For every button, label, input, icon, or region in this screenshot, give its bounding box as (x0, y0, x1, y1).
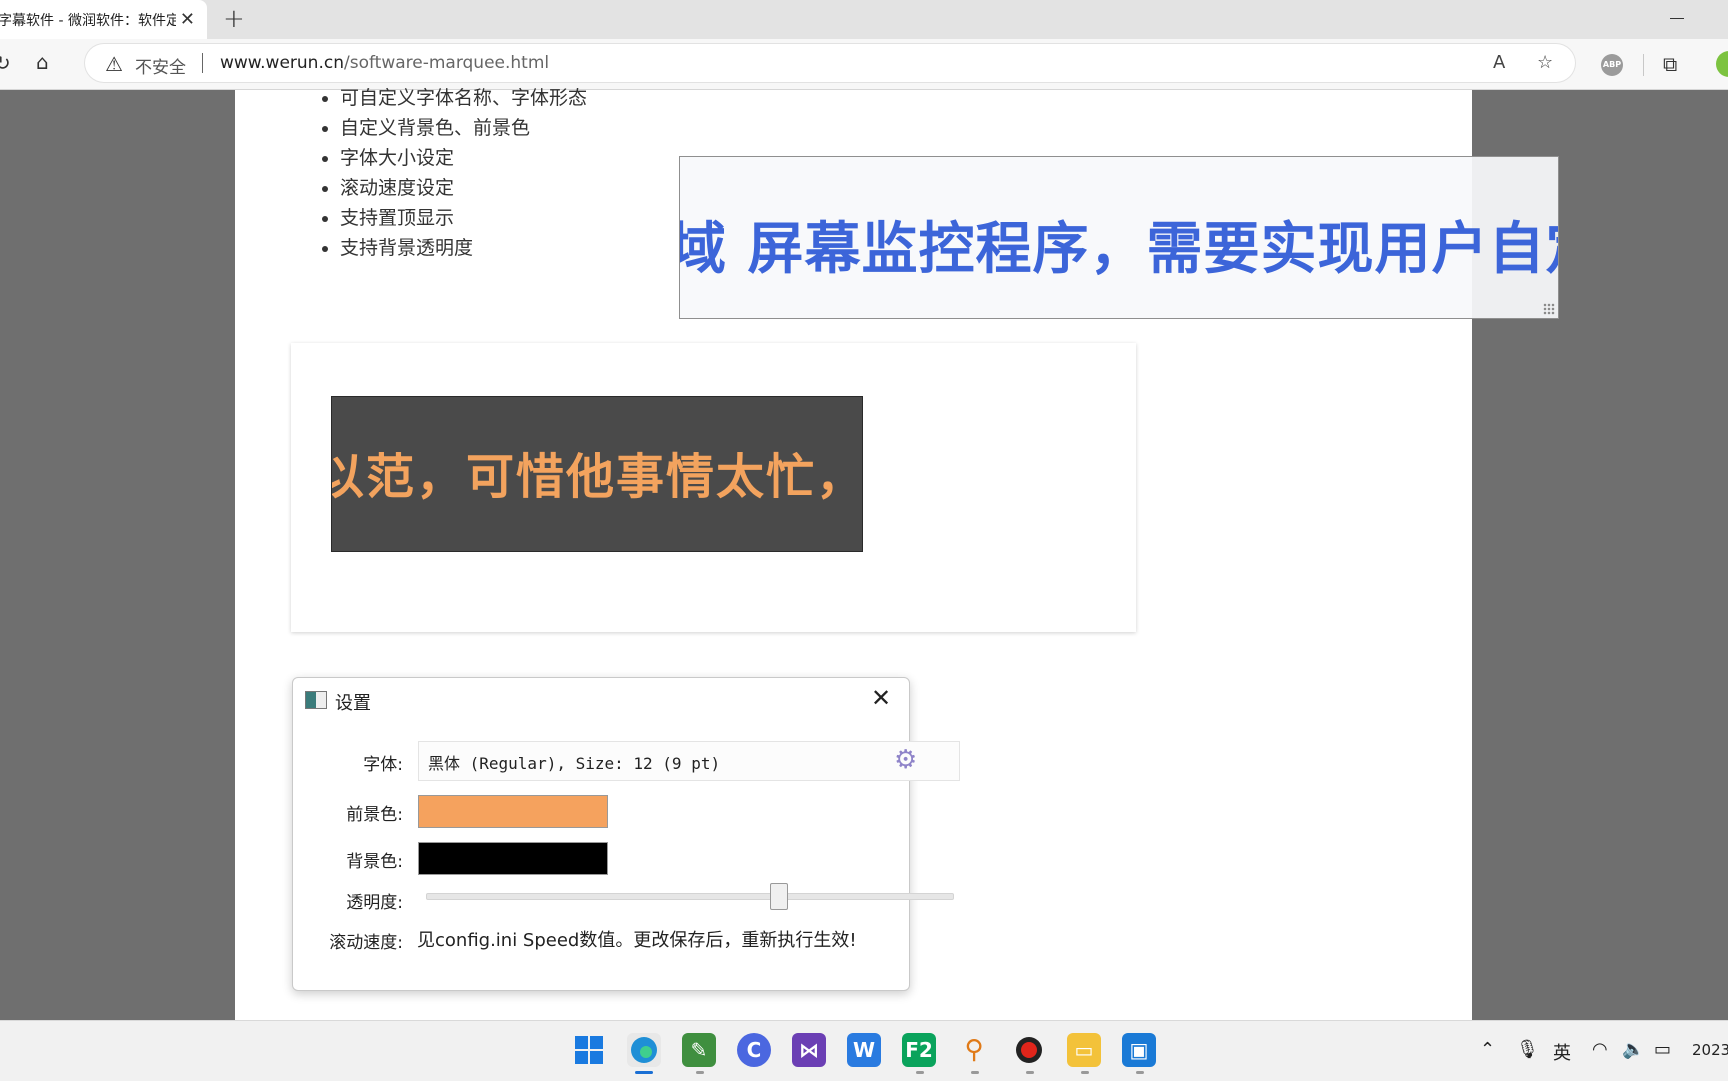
running-indicator (1136, 1071, 1144, 1074)
ime-indicator[interactable]: 英 (1553, 1039, 1571, 1065)
foreground-color-swatch[interactable] (418, 795, 608, 828)
url-host: www.werun.cn (220, 53, 344, 73)
active-indicator (635, 1071, 653, 1074)
list-item: 自定义背景色、前景色 (340, 113, 587, 143)
favorite-add-icon[interactable]: ☆ (1537, 52, 1553, 73)
volume-muted-icon[interactable]: 🔈 (1622, 1039, 1644, 1060)
record-icon[interactable] (1012, 1033, 1046, 1067)
running-indicator (1026, 1071, 1034, 1074)
divider (1643, 54, 1644, 76)
warning-icon[interactable]: ⚠ (105, 52, 123, 76)
font-value: 黑体 (Regular), Size: 12 (9 pt) (428, 754, 721, 773)
new-tab-button[interactable]: + (223, 4, 245, 34)
marquee-app-icon[interactable]: ▣ (1122, 1033, 1156, 1067)
url-text[interactable]: www.werun.cn/software-marquee.html (220, 53, 549, 73)
gear-icon[interactable]: ⚙ (894, 745, 917, 775)
background-color-swatch[interactable] (418, 842, 608, 875)
refresh-icon[interactable]: ↻ (0, 51, 11, 75)
list-item: 支持背景透明度 (340, 233, 587, 263)
clock: 2023 (1692, 1041, 1728, 1059)
windows-start-icon[interactable] (572, 1033, 606, 1067)
settings-title: 设置 (335, 693, 371, 714)
opacity-slider-track[interactable] (426, 893, 954, 900)
tab-title: 字幕软件 - 微润软件：软件定制 (0, 12, 176, 29)
opacity-slider-thumb[interactable] (770, 883, 788, 910)
opacity-label: 透明度: (346, 893, 403, 913)
app-icon[interactable]: C (737, 1033, 771, 1067)
list-item: 滚动速度设定 (340, 173, 587, 203)
foreground-color-label: 前景色: (346, 805, 403, 825)
file-explorer-icon[interactable]: ▭ (1067, 1033, 1101, 1067)
edge-browser-icon[interactable] (627, 1033, 661, 1067)
list-item: 可自定义字体名称、字体形态 (340, 83, 587, 113)
search-tool-icon[interactable]: ⚲ (957, 1033, 991, 1067)
font-picker[interactable]: 黑体 (Regular), Size: 12 (9 pt) ⚙ (418, 741, 960, 781)
font-label: 字体: (363, 755, 403, 775)
list-item: 支持置顶显示 (340, 203, 587, 233)
background-color-label: 背景色: (346, 852, 403, 872)
divider (202, 53, 203, 73)
f2-app-icon[interactable]: F2 (902, 1033, 936, 1067)
adblock-extension-icon[interactable]: ABP (1601, 54, 1623, 76)
close-icon[interactable]: ✕ (871, 684, 891, 712)
minimize-button[interactable] (1670, 18, 1684, 19)
wifi-icon[interactable]: ◠ (1592, 1039, 1608, 1060)
settings-window: 设置 ✕ 字体: 黑体 (Regular), Size: 12 (9 pt) ⚙… (292, 677, 960, 991)
taskbar: ✎ C ⋈ W F2 ⚲ ▭ ▣ ⌃ 🎙 英 ◠ 🔈 ▭ 2023 (0, 1020, 1728, 1081)
address-bar[interactable]: ⚠ 不安全 www.werun.cn/software-marquee.html… (85, 44, 1575, 82)
running-indicator (916, 1071, 924, 1074)
notepad-app-icon[interactable]: ✎ (682, 1033, 716, 1067)
read-aloud-icon[interactable]: A (1493, 52, 1505, 73)
word-icon[interactable]: W (847, 1033, 881, 1067)
battery-icon[interactable]: ▭ (1654, 1039, 1671, 1060)
visual-studio-icon[interactable]: ⋈ (792, 1033, 826, 1067)
home-icon[interactable]: ⌂ (36, 50, 49, 74)
url-path: /software-marquee.html (343, 53, 550, 73)
demo-image-card: 以范，可惜他事情太忙， (291, 343, 1136, 632)
feature-list: 可自定义字体名称、字体形态 自定义背景色、前景色 字体大小设定 滚动速度设定 支… (235, 83, 587, 263)
blue-marquee-window[interactable]: 域 屏幕监控程序，需要实现用户自定 (679, 156, 1559, 319)
blue-marquee-text: 域 屏幕监控程序，需要实现用户自定 (679, 217, 1559, 282)
profile-avatar[interactable] (1716, 51, 1728, 77)
insecure-label[interactable]: 不安全 (135, 53, 186, 78)
speed-info: 见config.ini Speed数值。更改保存后，重新执行生效! (417, 930, 857, 951)
dark-marquee-preview: 以范，可惜他事情太忙， (331, 396, 863, 552)
dark-marquee-text: 以范，可惜他事情太忙， (331, 449, 863, 505)
list-item: 字体大小设定 (340, 143, 587, 173)
collections-icon[interactable]: ⧉ (1663, 52, 1677, 76)
browser-tab[interactable]: 字幕软件 - 微润软件：软件定制 ✕ (0, 0, 207, 39)
running-indicator (1081, 1071, 1089, 1074)
close-tab-icon[interactable]: ✕ (180, 9, 195, 30)
resize-grip-icon[interactable] (1543, 303, 1555, 315)
app-window-icon (305, 691, 327, 709)
speed-label: 滚动速度: (329, 933, 403, 953)
microphone-icon[interactable]: 🎙 (1516, 1039, 1539, 1060)
running-indicator (971, 1071, 979, 1074)
running-indicator (696, 1071, 704, 1074)
chevron-up-icon[interactable]: ⌃ (1480, 1039, 1495, 1060)
tab-strip: 字幕软件 - 微润软件：软件定制 ✕ + (0, 0, 1728, 39)
